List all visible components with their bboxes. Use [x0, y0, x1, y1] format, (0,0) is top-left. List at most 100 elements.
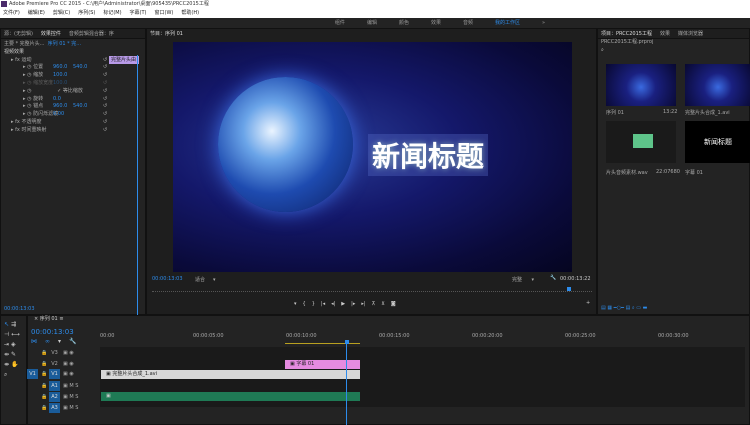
lock-icon[interactable]: 🔒 [41, 359, 47, 369]
slip-tool-icon[interactable]: ⇹ [4, 351, 9, 358]
menu-file[interactable]: 文件(F) [3, 9, 20, 18]
track-header[interactable]: 🔒 V2 ▣ ◉ [27, 359, 100, 369]
track-target[interactable]: V2 [49, 359, 60, 369]
tab-effect-controls[interactable]: 效果控件 [41, 29, 61, 38]
menu-edit[interactable]: 编辑(E) [28, 9, 45, 18]
sync-lock-icon[interactable]: ▣ ◉ [63, 348, 74, 358]
rolling-edit-tool-icon[interactable]: ⟷ [11, 331, 20, 338]
reset-icon[interactable]: ↺ [103, 103, 107, 111]
track-target[interactable]: A1 [49, 381, 60, 391]
audio-clip[interactable]: ▣ [101, 392, 360, 401]
effect-property-row[interactable]: ▸ ◷ 缩放 100.0 ↺ [1, 72, 145, 80]
view-mode-icons[interactable]: ▤ ▦ ━○━ ▤ ⌕ ▭ ▬ [601, 305, 647, 311]
search-icon[interactable]: ⌕ [598, 47, 749, 55]
step-forward-icon[interactable]: |▸ [351, 301, 355, 307]
property-value[interactable]: 100.0 [53, 72, 67, 80]
track-target[interactable]: A2 [49, 392, 60, 402]
track-header[interactable]: V1 🔒 V1 ▣ ◉ [27, 369, 100, 379]
workspace-audio[interactable]: 音频 [463, 18, 473, 28]
project-thumb-title[interactable]: 新闻标题 [685, 121, 750, 163]
lock-icon[interactable]: 🔒 [41, 381, 47, 391]
track-target[interactable]: V3 [49, 348, 60, 358]
mark-out-icon[interactable]: } [312, 301, 315, 307]
workspace-effects[interactable]: 效果 [431, 18, 441, 28]
wrench-icon[interactable]: 🔧 [550, 275, 556, 281]
track-target[interactable]: A3 [49, 403, 60, 413]
menu-help[interactable]: 帮助(H) [181, 9, 199, 18]
master-clip-label[interactable]: 主要 * 完整片头... [4, 41, 44, 47]
timeline-timecode[interactable]: 00:00:13:03 [31, 328, 74, 336]
lock-icon[interactable]: 🔒 [41, 403, 47, 413]
property-value[interactable]: 540.0 [73, 64, 87, 72]
add-marker-icon[interactable]: ▾ [58, 338, 61, 345]
quality-dropdown[interactable]: 完整 ▾ [512, 276, 534, 283]
settings-wrench-icon[interactable]: 🔧 [69, 338, 76, 345]
tab-program[interactable]: 节目：序列 01 [150, 29, 183, 39]
slide-tool-icon[interactable]: ⇼ [4, 361, 9, 368]
pen-tool-icon[interactable]: ✎ [11, 351, 16, 358]
effect-timecode[interactable]: 00:00:13:03 [4, 306, 35, 312]
track-header[interactable]: 🔒 V3 ▣ ◉ [27, 348, 100, 358]
menu-marker[interactable]: 标记(M) [103, 9, 121, 18]
project-thumb-sequence[interactable] [606, 64, 676, 106]
effect-property-row[interactable]: ▸ ◷ 防闪烁滤镜 0.00 ↺ [1, 111, 145, 119]
reset-icon[interactable]: ↺ [103, 80, 107, 88]
step-back-icon[interactable]: ◂| [331, 301, 335, 307]
property-value[interactable]: 540.0 [73, 103, 87, 111]
effect-property-row[interactable]: ▸ fx 时间重映射 ↺ [1, 127, 145, 135]
ripple-edit-tool-icon[interactable]: ⊣ [4, 331, 9, 338]
property-value[interactable]: 100.0 [53, 80, 67, 88]
tab-media-browser[interactable]: 媒体浏览器 [678, 29, 703, 38]
sequence-clip-label[interactable]: 序列 01 * 完... [48, 41, 81, 47]
workspace-assembly[interactable]: 组件 [335, 18, 345, 28]
fit-dropdown[interactable]: 适合 ▾ [195, 276, 215, 283]
reset-icon[interactable]: ↺ [103, 72, 107, 80]
workspace-editing[interactable]: 编辑 [367, 18, 377, 28]
tab-audio-mixer[interactable]: 音频剪辑混合器：序 [69, 29, 114, 38]
workspace-color[interactable]: 颜色 [399, 18, 409, 28]
workspace-custom[interactable]: 我的工作区 [495, 18, 520, 28]
lock-icon[interactable]: 🔒 [41, 348, 47, 358]
sync-lock-icon[interactable]: ▣ ◉ [63, 369, 74, 379]
mark-in-icon[interactable]: { [303, 301, 306, 307]
extract-icon[interactable]: ⊻ [381, 301, 385, 307]
lock-icon[interactable]: 🔒 [41, 392, 47, 402]
menu-window[interactable]: 窗口(W) [155, 9, 174, 18]
export-frame-icon[interactable]: ◙ [391, 301, 396, 307]
track-header[interactable]: 🔒 A2 ▣ M S [27, 392, 100, 402]
program-time-ruler[interactable] [152, 287, 592, 292]
source-patch[interactable]: V1 [27, 369, 38, 379]
timeline-playhead[interactable] [346, 342, 347, 425]
go-to-in-icon[interactable]: |◂ [321, 301, 325, 307]
effect-property-row[interactable]: ▸ fx 不透明度 ↺ [1, 119, 145, 127]
lift-icon[interactable]: ⊼ [372, 301, 376, 307]
snap-icon[interactable]: ⋈ [31, 338, 37, 345]
linked-selection-icon[interactable]: ∞ [45, 338, 50, 345]
effect-property-row[interactable]: ▸ ◷ ✓ 等比缩放 ↺ [1, 88, 145, 96]
tab-effects[interactable]: 效果 [660, 29, 670, 38]
reset-icon[interactable]: ↺ [103, 127, 107, 135]
mute-icon[interactable]: ▣ M S [63, 381, 78, 391]
zoom-tool-icon[interactable]: ⌕ [4, 371, 7, 378]
reset-icon[interactable]: ↺ [103, 64, 107, 72]
menu-title[interactable]: 字幕(T) [130, 9, 147, 18]
program-playhead[interactable] [567, 287, 571, 291]
track-select-tool-icon[interactable]: ⇶ [11, 321, 16, 328]
track-target[interactable]: V1 [49, 369, 60, 379]
reset-icon[interactable]: ↺ [103, 57, 107, 65]
checkbox[interactable]: ✓ [57, 88, 61, 94]
property-value[interactable]: 0.00 [53, 111, 64, 119]
rate-stretch-tool-icon[interactable]: ⇥ [4, 341, 9, 348]
property-value[interactable]: 0.0 [53, 96, 61, 104]
reset-icon[interactable]: ↺ [103, 119, 107, 127]
go-to-out-icon[interactable]: ▸| [361, 301, 365, 307]
timeline-ruler[interactable]: 00:00 00:00:05:00 00:00:10:00 00:00:15:00 00… [100, 332, 745, 342]
track-header[interactable]: 🔒 A1 ▣ M S [27, 381, 100, 391]
title-clip[interactable]: ▣ 字幕 01 [285, 360, 360, 369]
project-thumb-audio[interactable] [606, 121, 676, 163]
add-marker-icon[interactable]: ▾ [294, 301, 297, 307]
sync-lock-icon[interactable]: ▣ ◉ [63, 359, 74, 369]
play-icon[interactable]: ▶ [341, 301, 345, 307]
reset-icon[interactable]: ↺ [103, 88, 107, 96]
mute-icon[interactable]: ▣ M S [63, 403, 78, 413]
